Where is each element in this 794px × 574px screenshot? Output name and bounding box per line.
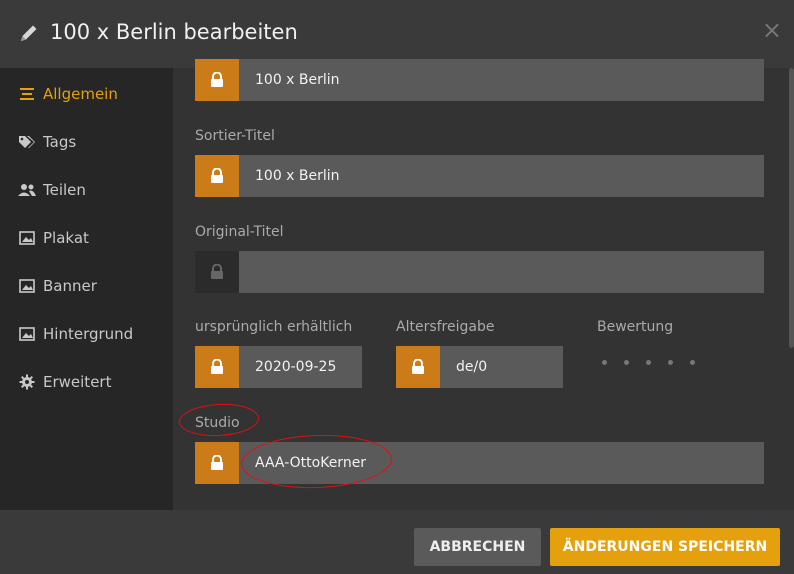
- dialog-footer: ABBRECHEN ÄNDERUNGEN SPEICHERN: [0, 510, 794, 574]
- sidebar-item-tags[interactable]: Tags: [17, 129, 76, 155]
- original-title-label: Original-Titel: [195, 224, 284, 240]
- users-icon: [17, 182, 37, 198]
- rating-star[interactable]: [668, 360, 673, 365]
- sort-title-field: 100 x Berlin: [195, 155, 764, 197]
- release-date-input[interactable]: 2020-09-25: [239, 346, 362, 388]
- age-rating-input[interactable]: de/0: [440, 346, 563, 388]
- cancel-button[interactable]: ABBRECHEN: [414, 528, 541, 566]
- lock-icon: [211, 264, 223, 279]
- lock-icon: [211, 455, 223, 470]
- title-field: 100 x Berlin: [195, 59, 764, 101]
- image-icon: [17, 230, 37, 246]
- lock-icon: [211, 359, 223, 374]
- save-changes-button[interactable]: ÄNDERUNGEN SPEICHERN: [550, 528, 780, 566]
- sidebar-item-teilen[interactable]: Teilen: [17, 177, 86, 203]
- release-date-field: 2020-09-25: [195, 346, 362, 388]
- pencil-icon: [21, 25, 37, 41]
- studio-input[interactable]: AAA-OttoKerner: [239, 442, 764, 484]
- close-icon[interactable]: ×: [762, 18, 782, 42]
- title-input[interactable]: 100 x Berlin: [239, 59, 764, 101]
- sidebar-item-label: Tags: [43, 133, 77, 151]
- sidebar-item-label: Banner: [43, 277, 97, 295]
- rating-star[interactable]: [646, 360, 651, 365]
- studio-label: Studio: [195, 415, 240, 431]
- image-icon: [17, 278, 37, 294]
- original-title-field: [195, 251, 764, 293]
- lock-toggle[interactable]: [195, 442, 239, 484]
- sidebar-item-allgemein[interactable]: Allgemein: [17, 81, 118, 107]
- sidebar-item-hintergrund[interactable]: Hintergrund: [17, 321, 133, 347]
- release-date-label: ursprünglich erhältlich: [195, 319, 353, 335]
- sort-title-label: Sortier-Titel: [195, 128, 275, 144]
- star-rating[interactable]: [602, 360, 695, 365]
- lock-icon: [211, 168, 223, 183]
- sidebar-item-erweitert[interactable]: Erweitert: [17, 369, 111, 395]
- sidebar-item-label: Erweitert: [43, 373, 112, 391]
- sidebar-item-label: Allgemein: [43, 85, 118, 103]
- list-icon: [17, 86, 37, 102]
- sidebar-item-plakat[interactable]: Plakat: [17, 225, 89, 251]
- sidebar: Allgemein Tags Teilen Plakat Banner Hint…: [0, 68, 173, 510]
- rating-star[interactable]: [624, 360, 629, 365]
- sidebar-item-label: Hintergrund: [43, 325, 134, 343]
- lock-toggle[interactable]: [195, 346, 239, 388]
- sort-title-input[interactable]: 100 x Berlin: [239, 155, 764, 197]
- dialog-header: 100 x Berlin bearbeiten ×: [0, 0, 794, 68]
- content-scrollbar[interactable]: [789, 68, 794, 348]
- lock-icon: [412, 359, 424, 374]
- lock-toggle[interactable]: [195, 155, 239, 197]
- sidebar-item-label: Teilen: [43, 181, 86, 199]
- studio-field: AAA-OttoKerner: [195, 442, 764, 484]
- original-title-input[interactable]: [239, 251, 764, 293]
- gear-icon: [17, 374, 37, 390]
- tag-icon: [17, 134, 37, 150]
- rating-star[interactable]: [690, 360, 695, 365]
- sidebar-item-label: Plakat: [43, 229, 89, 247]
- image-icon: [17, 326, 37, 342]
- rating-star[interactable]: [602, 360, 607, 365]
- lock-icon: [211, 72, 223, 87]
- lock-toggle[interactable]: [195, 59, 239, 101]
- lock-toggle[interactable]: [396, 346, 440, 388]
- age-rating-label: Altersfreigabe: [396, 319, 495, 335]
- sidebar-item-banner[interactable]: Banner: [17, 273, 97, 299]
- age-rating-field: de/0: [396, 346, 563, 388]
- dialog-title: 100 x Berlin bearbeiten: [50, 20, 298, 44]
- lock-toggle[interactable]: [195, 251, 239, 293]
- rating-label: Bewertung: [597, 319, 674, 335]
